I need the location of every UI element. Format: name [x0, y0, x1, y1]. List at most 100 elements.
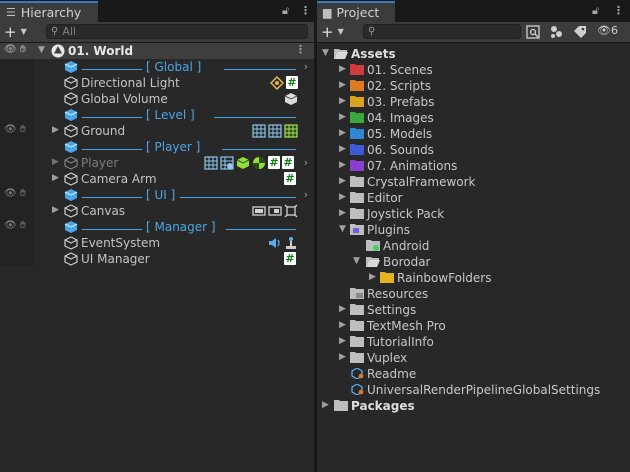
filter-by-type-icon[interactable] [549, 25, 563, 39]
object-row-ui-manager[interactable]: UI Manager # [0, 251, 314, 267]
object-row-player[interactable]: ▶ Player # # › [0, 155, 314, 171]
project-item-row[interactable]: ▶ Settings [317, 302, 630, 318]
expand-arrow-icon[interactable]: ▶ [52, 173, 59, 183]
filter-by-label-icon[interactable] [573, 25, 587, 39]
project-item-row[interactable]: ▶ TextMesh Pro [317, 318, 630, 334]
chevron-right-icon[interactable]: › [304, 188, 308, 201]
object-row-eventsystem[interactable]: EventSystem [0, 235, 314, 251]
object-row-canvas[interactable]: ▶ Canvas [0, 203, 314, 219]
project-item-row[interactable]: ▶ Editor [317, 190, 630, 206]
project-item-row[interactable]: ▶ TutorialInfo [317, 334, 630, 350]
tab-project[interactable]: ▆ Project [317, 1, 395, 22]
hidden-count: 6 [610, 24, 618, 37]
scene-menu-icon[interactable]: ⋮ [295, 43, 306, 56]
chevron-right-icon[interactable]: › [304, 156, 308, 169]
project-tab-bar: ▆ Project 🔓︎ ⋮ [317, 0, 630, 22]
project-item-row[interactable]: ▶ Joystick Pack [317, 206, 630, 222]
expand-arrow-icon[interactable]: ▶ [339, 192, 346, 202]
project-item-label: Vuplex [367, 351, 408, 365]
visibility-eye-icon[interactable]: 👁︎ [4, 44, 17, 55]
chevron-right-icon[interactable]: › [304, 60, 308, 73]
hierarchy-tab-label: Hierarchy [20, 5, 82, 20]
project-item-row[interactable]: ▼ Borodar [317, 254, 630, 270]
project-item-row[interactable]: ▶ 01. Scenes [317, 62, 630, 78]
search-by-type-icon[interactable] [526, 25, 540, 39]
folder-icon [350, 128, 364, 139]
project-item-row[interactable]: UniversalRenderPipelineGlobalSettings [317, 382, 630, 398]
row-gutter [0, 107, 34, 123]
hierarchy-search-input[interactable]: ⚲ All [46, 24, 308, 39]
more-menu-icon[interactable]: ⋮ [613, 4, 624, 17]
expand-arrow-icon[interactable]: ▶ [339, 352, 346, 362]
collapse-arrow-icon[interactable]: ▼ [38, 45, 45, 55]
separator-row-global[interactable]: [ Global ] › [0, 59, 314, 75]
expand-arrow-icon[interactable]: ▶ [339, 96, 346, 106]
project-item-row[interactable]: Resources [317, 286, 630, 302]
expand-arrow-icon[interactable]: ▶ [339, 208, 346, 218]
object-row-ground[interactable]: 👁︎ ✋︎ ▶ Ground [0, 123, 314, 139]
expand-arrow-icon[interactable]: ▶ [339, 160, 346, 170]
project-item-label: TutorialInfo [367, 335, 434, 349]
pickable-hand-icon[interactable]: ✋︎ [20, 44, 26, 55]
create-asset-button[interactable]: + ▼ [321, 23, 357, 41]
collapse-arrow-icon[interactable]: ▼ [339, 224, 346, 234]
expand-arrow-icon[interactable]: ▶ [339, 64, 346, 74]
project-item-row[interactable]: Readme [317, 366, 630, 382]
tab-hierarchy[interactable]: ☰ Hierarchy [0, 1, 98, 22]
expand-arrow-icon[interactable]: ▶ [339, 128, 346, 138]
expand-arrow-icon[interactable]: ▶ [339, 112, 346, 122]
expand-arrow-icon[interactable]: ▶ [339, 320, 346, 330]
collapse-arrow-icon[interactable]: ▼ [353, 256, 360, 266]
object-row-directional-light[interactable]: Directional Light # [0, 75, 314, 91]
folder-row-assets[interactable]: ▼ Assets [317, 46, 630, 62]
folder-row-packages[interactable]: ▶ Packages [317, 398, 630, 414]
expand-arrow-icon[interactable]: ▶ [52, 157, 59, 167]
hidden-eye-icon[interactable]: 👁︎ [4, 188, 17, 199]
expand-arrow-icon[interactable]: ▶ [52, 205, 59, 215]
project-item-row[interactable]: ▶ 04. Images [317, 110, 630, 126]
hidden-packages-toggle[interactable]: 👁︎6 [597, 24, 618, 37]
separator-row-manager[interactable]: 👁︎ ✋︎ [ Manager ] [0, 219, 314, 235]
script-icon: # [284, 172, 296, 185]
expand-arrow-icon[interactable]: ▶ [339, 176, 346, 186]
object-row-camera-arm[interactable]: ▶ Camera Arm # [0, 171, 314, 187]
project-item-row[interactable]: ▼ Plugins [317, 222, 630, 238]
collapse-arrow-icon[interactable]: ▼ [322, 48, 329, 58]
expand-arrow-icon[interactable]: ▶ [339, 144, 346, 154]
project-item-row[interactable]: ▶ CrystalFramework [317, 174, 630, 190]
hidden-eye-icon[interactable]: 👁︎ [4, 124, 17, 135]
project-item-row[interactable]: ▶ 02. Scripts [317, 78, 630, 94]
unpickable-hand-icon[interactable]: ✋︎ [20, 124, 26, 135]
object-row-global-volume[interactable]: Global Volume [0, 91, 314, 107]
android-folder-icon [366, 240, 380, 251]
lock-icon[interactable]: 🔓︎ [282, 4, 289, 18]
unpickable-hand-icon[interactable]: ✋︎ [20, 220, 26, 231]
project-item-row[interactable]: ▶ Vuplex [317, 350, 630, 366]
cube-icon-blue [64, 61, 78, 73]
project-item-row[interactable]: ▶ RainbowFolders [317, 270, 630, 286]
project-item-row[interactable]: ▶ 07. Animations [317, 158, 630, 174]
separator-row-player[interactable]: [ Player ] [0, 139, 314, 155]
lock-icon[interactable]: 🔓︎ [592, 4, 599, 18]
project-item-row[interactable]: ▶ 06. Sounds [317, 142, 630, 158]
separator-row-level[interactable]: [ Level ] [0, 107, 314, 123]
project-item-row[interactable]: ▶ 03. Prefabs [317, 94, 630, 110]
create-button[interactable]: + ▼ [4, 23, 40, 41]
expand-arrow-icon[interactable]: ▶ [322, 400, 329, 410]
expand-arrow-icon[interactable]: ▶ [339, 80, 346, 90]
project-item-row[interactable]: ▶ 05. Models [317, 126, 630, 142]
project-search-input[interactable]: ⚲ [363, 24, 521, 39]
separator-row-ui[interactable]: 👁︎ ✋︎ [ UI ] › [0, 187, 314, 203]
hidden-eye-icon[interactable]: 👁︎ [4, 220, 17, 231]
expand-arrow-icon[interactable]: ▶ [339, 304, 346, 314]
project-item-label: Editor [367, 191, 403, 205]
expand-arrow-icon[interactable]: ▶ [52, 125, 59, 135]
more-menu-icon[interactable]: ⋮ [300, 4, 311, 17]
project-item-row[interactable]: Android [317, 238, 630, 254]
scene-row[interactable]: 👁︎ ✋︎ ▼ 01. World ⋮ [0, 43, 314, 59]
expand-arrow-icon[interactable]: ▶ [339, 336, 346, 346]
expand-arrow-icon[interactable]: ▶ [369, 272, 376, 282]
object-label: Directional Light [81, 76, 180, 90]
unpickable-hand-icon[interactable]: ✋︎ [20, 188, 26, 199]
list-icon: ☰ [6, 6, 16, 19]
